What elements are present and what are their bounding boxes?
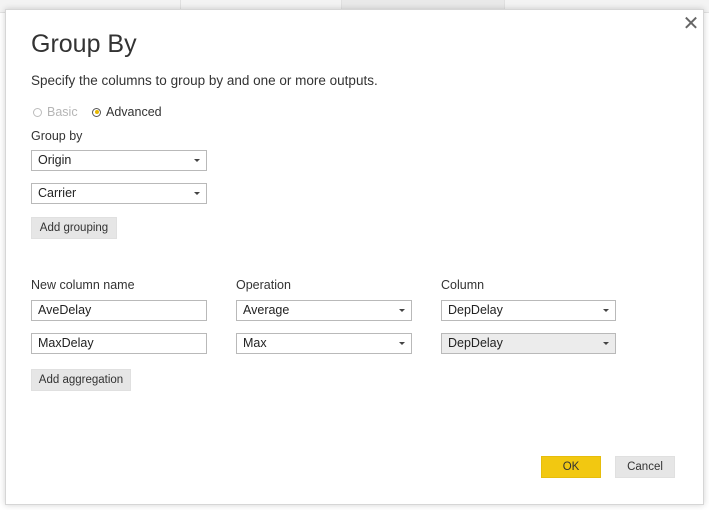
chevron-down-icon [603, 342, 609, 345]
operation-select[interactable]: Max [236, 333, 412, 354]
operation-select[interactable]: Average [236, 300, 412, 321]
close-icon[interactable]: ✕ [682, 14, 700, 34]
chevron-down-icon [399, 342, 405, 345]
cancel-button[interactable]: Cancel [615, 456, 675, 478]
dialog-subtitle: Specify the columns to group by and one … [31, 73, 378, 88]
column-header: Column [441, 278, 485, 292]
chevron-down-icon [194, 192, 200, 195]
operation-header: Operation [236, 278, 291, 292]
radio-basic-indicator[interactable] [33, 107, 42, 117]
group-by-select-origin[interactable]: Origin [31, 150, 207, 171]
operation-select-value: Average [243, 303, 290, 317]
chevron-down-icon [603, 309, 609, 312]
radio-advanced-indicator[interactable] [92, 107, 101, 117]
group-by-select-value: Carrier [38, 186, 77, 200]
radio-basic[interactable]: Basic [33, 105, 78, 119]
new-column-name-header: New column name [31, 278, 135, 292]
new-column-name-input[interactable]: AveDelay [31, 300, 207, 321]
add-grouping-button[interactable]: Add grouping [31, 217, 117, 239]
radio-advanced-label: Advanced [106, 105, 162, 119]
column-select[interactable]: DepDelay [441, 333, 616, 354]
add-aggregation-button[interactable]: Add aggregation [31, 369, 131, 391]
chevron-down-icon [194, 159, 200, 162]
radio-basic-label: Basic [47, 105, 78, 119]
ok-button[interactable]: OK [541, 456, 601, 478]
radio-advanced[interactable]: Advanced [92, 105, 162, 119]
group-by-select-value: Origin [38, 153, 72, 167]
chevron-down-icon [399, 309, 405, 312]
dialog-title: Group By [31, 30, 137, 58]
new-column-name-input[interactable]: MaxDelay [31, 333, 207, 354]
group-by-select-carrier[interactable]: Carrier [31, 183, 207, 204]
operation-select-value: Max [243, 336, 267, 350]
column-select[interactable]: DepDelay [441, 300, 616, 321]
column-select-value: DepDelay [448, 303, 503, 317]
group-by-label: Group by [31, 129, 83, 143]
column-select-value: DepDelay [448, 336, 503, 350]
group-by-dialog: ✕ Group By Specify the columns to group … [5, 9, 704, 505]
